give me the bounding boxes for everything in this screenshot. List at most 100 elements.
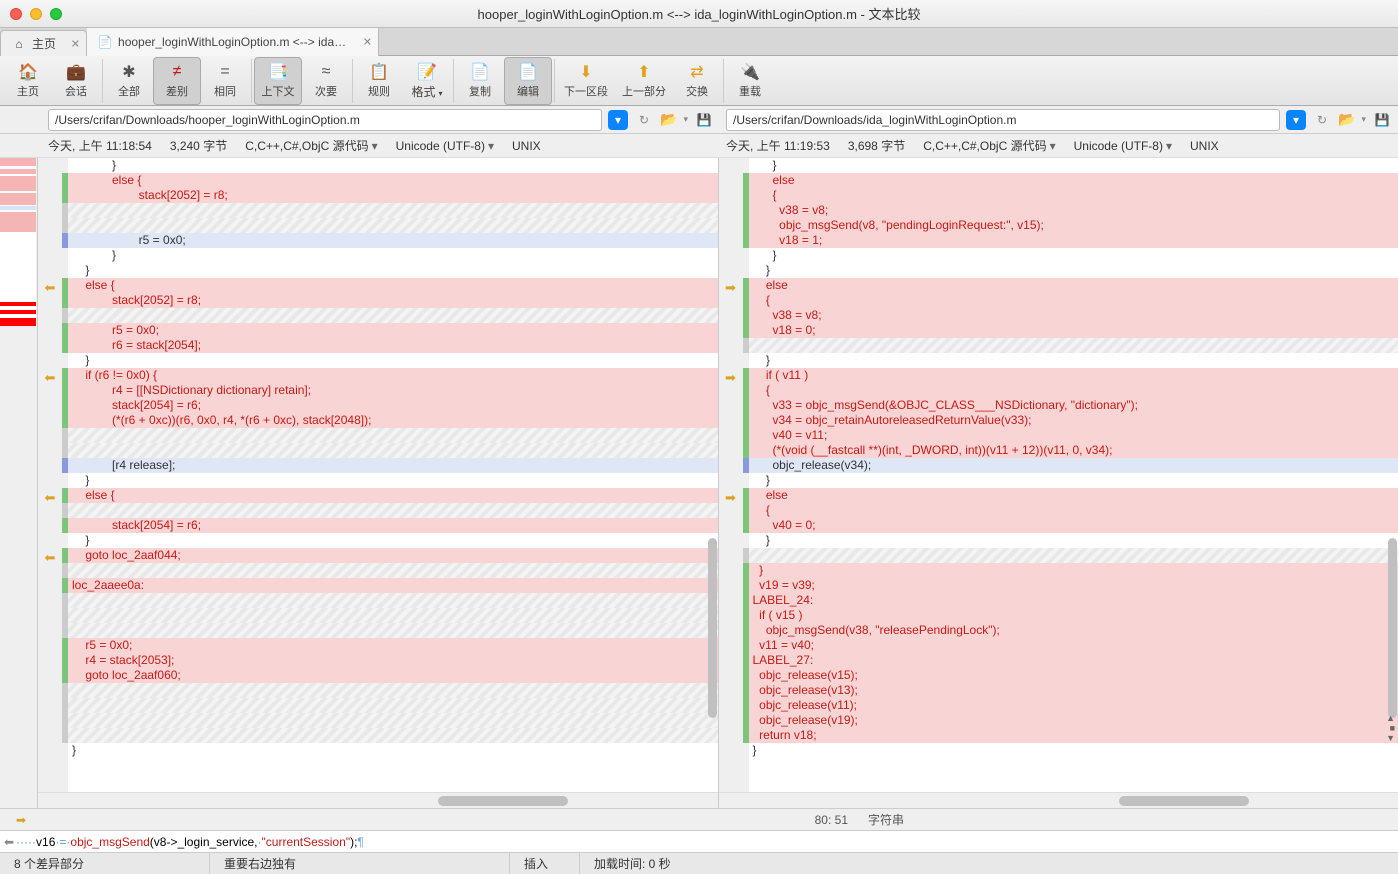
code-line: else	[749, 173, 1398, 188]
position-row: ➡ 80: 51 字符串	[0, 808, 1398, 830]
code-line: {	[749, 293, 1398, 308]
close-tab-icon[interactable]: ✕	[363, 36, 372, 49]
separator	[352, 59, 353, 103]
right-vscroll[interactable]: ▲■▼	[1385, 158, 1397, 790]
code-line: }	[749, 248, 1398, 263]
save-button[interactable]: 💾	[694, 110, 714, 130]
right-file-path[interactable]: /Users/crifan/Downloads/ida_loginWithLog…	[726, 109, 1280, 131]
diff-button[interactable]: ≠差别	[153, 57, 201, 105]
dropdown-button[interactable]: ▾	[608, 110, 628, 130]
code-line	[68, 203, 718, 218]
left-encoding-select[interactable]: Unicode (UTF-8)▾	[396, 139, 494, 153]
right-hscroll[interactable]	[719, 792, 1398, 808]
arrow-right-icon[interactable]: ➡	[16, 813, 26, 827]
right-lang-select[interactable]: C,C++,C#,ObjC 源代码▾	[923, 137, 1055, 154]
path-row: /Users/crifan/Downloads/hooper_loginWith…	[0, 106, 1398, 134]
current-line-display[interactable]: ⬅ ·····v16·=·objc_msgSend(v8->_login_ser…	[0, 830, 1398, 852]
separator	[251, 59, 252, 103]
save-button[interactable]: 💾	[1372, 110, 1392, 130]
left-vscroll[interactable]	[705, 158, 717, 790]
diff-arrow-icon[interactable]: ➡	[719, 280, 743, 295]
rules-button[interactable]: 📋规则	[355, 57, 403, 105]
code-line: }	[68, 158, 718, 173]
chevron-down-icon: ▾	[1166, 139, 1172, 153]
diff-arrow-icon[interactable]: ⬅	[38, 370, 62, 385]
left-path: /Users/crifan/Downloads/hooper_loginWith…	[42, 109, 720, 131]
tab-home[interactable]: ⌂ 主页 ✕	[0, 30, 87, 56]
refresh-icon: ↻	[639, 113, 649, 127]
left-eol: UNIX	[512, 139, 541, 153]
close-tab-icon[interactable]: ✕	[71, 37, 80, 50]
code-line: }	[749, 743, 1398, 758]
tab-compare[interactable]: 📄 hooper_loginWithLoginOption.m <--> ida…	[87, 28, 379, 56]
code-line: if ( v15 )	[749, 608, 1398, 623]
separator	[102, 59, 103, 103]
refresh-button[interactable]: ↻	[1312, 110, 1332, 130]
code-line: v40 = v11;	[749, 428, 1398, 443]
code-line: v18 = 0;	[749, 323, 1398, 338]
left-arrow-gutter: ⬅ ⬅ ⬅ ⬅	[38, 158, 62, 792]
diff-count: 8 个差异部分	[0, 853, 210, 874]
copy-button[interactable]: 📄复制	[456, 57, 504, 105]
code-line: }	[68, 473, 718, 488]
code-line: v33 = objc_msgSend(&OBJC_CLASS___NSDicti…	[749, 398, 1398, 413]
refresh-button[interactable]: ↻	[634, 110, 654, 130]
format-button[interactable]: 📝格式 ▾	[403, 57, 451, 105]
edit-button[interactable]: 📄编辑	[504, 57, 552, 105]
same-button[interactable]: =相同	[201, 57, 249, 105]
folder-icon[interactable]: 📂	[1338, 111, 1355, 128]
code-line: if (r6 != 0x0) {	[68, 368, 718, 383]
separator	[453, 59, 454, 103]
swap-button[interactable]: ⇄交换	[673, 57, 721, 105]
prev-section-button[interactable]: ⬆上一部分	[615, 57, 673, 105]
rules-icon: 📋	[368, 62, 390, 82]
dropdown-button[interactable]: ▾	[1286, 110, 1306, 130]
load-time: 加载时间: 0 秒	[580, 853, 685, 874]
all-button[interactable]: ✱全部	[105, 57, 153, 105]
zoom-window-button[interactable]	[50, 8, 62, 20]
home-button[interactable]: 🏠主页	[4, 57, 52, 105]
code-line: }	[68, 743, 718, 758]
chevron-down-icon: ▾	[683, 114, 688, 125]
left-lang-select[interactable]: C,C++,C#,ObjC 源代码▾	[245, 137, 377, 154]
folder-icon[interactable]: 📂	[660, 111, 677, 128]
minimize-window-button[interactable]	[30, 8, 42, 20]
code-line	[68, 563, 718, 578]
file-icon: 📄	[97, 34, 113, 50]
diff-arrow-icon[interactable]: ⬅	[38, 550, 62, 565]
secondary-button[interactable]: ≈次要	[302, 57, 350, 105]
save-icon: 💾	[1375, 113, 1390, 127]
left-hscroll[interactable]	[38, 792, 718, 808]
code-line	[68, 503, 718, 518]
close-window-button[interactable]	[10, 8, 22, 20]
left-file-path[interactable]: /Users/crifan/Downloads/hooper_loginWith…	[48, 109, 602, 131]
code-line: {	[749, 188, 1398, 203]
diff-arrow-icon[interactable]: ⬅	[38, 490, 62, 505]
reload-button[interactable]: 🔌重载	[726, 57, 774, 105]
context-icon: 📑	[267, 62, 289, 82]
code-line: stack[2052] = r8;	[68, 188, 718, 203]
window-controls	[10, 8, 62, 20]
context-button[interactable]: 📑上下文	[254, 57, 302, 105]
next-section-button[interactable]: ⬇下一区段	[557, 57, 615, 105]
diff-arrow-icon[interactable]: ➡	[719, 370, 743, 385]
right-code[interactable]: } else { v38 = v8; objc_msgSend(v8, "pen…	[749, 158, 1398, 792]
notequal-icon: ≠	[166, 62, 188, 82]
copy-icon: 📄	[469, 62, 491, 82]
code-line: stack[2054] = r6;	[68, 518, 718, 533]
equal-icon: =	[214, 62, 236, 82]
overview-gutter[interactable]	[0, 158, 38, 808]
session-button[interactable]: 💼会话	[52, 57, 100, 105]
code-line: objc_release(v11);	[749, 698, 1398, 713]
code-line: else {	[68, 488, 718, 503]
code-line: r4 = [[NSDictionary dictionary] retain];	[68, 383, 718, 398]
diff-arrow-icon[interactable]: ➡	[719, 490, 743, 505]
token-type: 字符串	[858, 811, 1398, 828]
left-code[interactable]: } else { stack[2052] = r8; r5 = 0x0; } }…	[68, 158, 718, 792]
right-encoding-select[interactable]: Unicode (UTF-8)▾	[1074, 139, 1172, 153]
diff-arrow-icon[interactable]: ⬅	[38, 280, 62, 295]
chevron-down-icon: ▾	[372, 139, 378, 153]
arrow-left-icon[interactable]: ⬅	[4, 835, 14, 849]
code-line: }	[749, 158, 1398, 173]
chevron-down-icon: ▾	[1293, 113, 1299, 127]
